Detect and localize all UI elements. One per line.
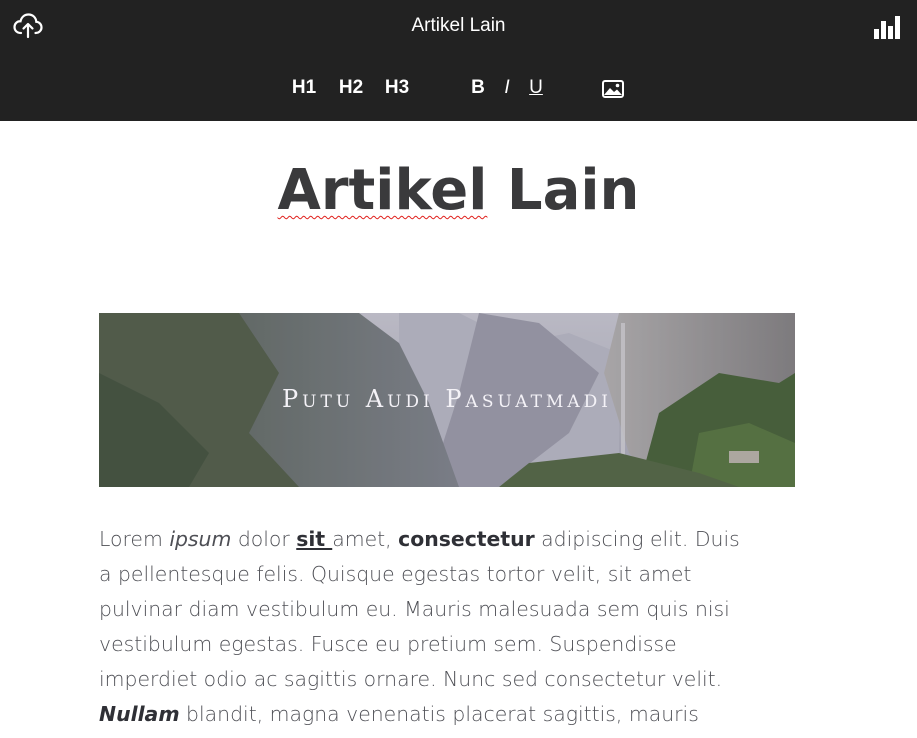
bar-chart-icon[interactable] [873, 15, 901, 39]
title-row: Artikel Lain [0, 0, 917, 56]
heading-3-button[interactable]: H3 [381, 74, 413, 102]
body-line: Lorem ipsum dolor sit amet, consectetur … [99, 522, 799, 557]
bold-italic-text: Nullam [99, 702, 180, 726]
body-text-segment: adipiscing elit. Duis [534, 527, 740, 551]
body-line: a pellentesque felis. Quisque egestas to… [99, 562, 692, 586]
heading-2-button[interactable]: H2 [335, 74, 367, 102]
italic-button[interactable]: I [498, 74, 516, 102]
italic-text: ipsum [169, 527, 232, 551]
title-word: Lain [506, 158, 640, 223]
body-line: Nullam blandit, magna venenatis placerat… [99, 697, 799, 732]
body-text-segment: amet, [332, 527, 399, 551]
bold-button[interactable]: B [467, 74, 489, 102]
body-line: vestibulum egestas. Fusce eu pretium sem… [99, 632, 677, 656]
heading-1-button[interactable]: H1 [288, 74, 320, 102]
body-line: imperdiet odio ac sagittis ornare. Nunc … [99, 667, 723, 691]
editor-header: Artikel Lain H1 H2 H3 B I U [0, 0, 917, 121]
body-line: pulvinar diam vestibulum eu. Mauris male… [99, 597, 730, 621]
body-text-segment: dolor [231, 527, 297, 551]
bold-text: consectetur [398, 527, 535, 551]
title-misspelled-word: Artikel [277, 158, 488, 223]
article-body[interactable]: Lorem ipsum dolor sit amet, consectetur … [99, 522, 799, 732]
body-text-segment: Lorem [99, 527, 170, 551]
banner-caption: Putu Audi Pasuatmadi [282, 385, 612, 413]
article-title[interactable]: Artikel Lain [0, 158, 917, 223]
page-title: Artikel Lain [411, 15, 506, 36]
underline-button[interactable]: U [525, 74, 547, 102]
banner-image[interactable]: Putu Audi Pasuatmadi [99, 313, 795, 487]
body-text-segment: blandit, magna venenatis placerat sagitt… [179, 702, 699, 726]
bold-underlined-text: sit [296, 527, 333, 551]
image-icon[interactable] [602, 80, 624, 98]
formatting-toolbar: H1 H2 H3 B I U [0, 62, 917, 114]
